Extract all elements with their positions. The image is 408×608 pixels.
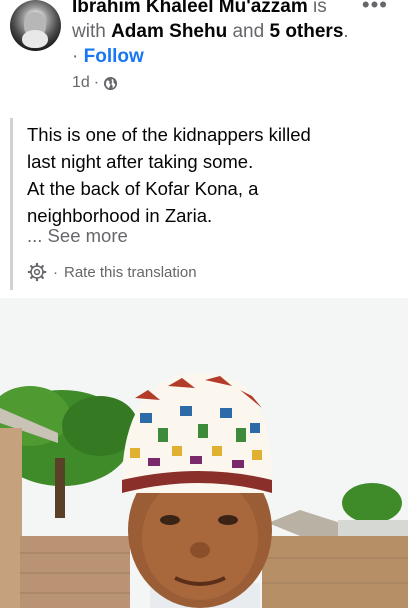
follow-button[interactable]: Follow <box>84 46 144 67</box>
tagged-name[interactable]: Adam Shehu <box>111 21 227 42</box>
avatar[interactable] <box>10 0 61 51</box>
post-photo[interactable] <box>0 298 408 608</box>
more-icon[interactable]: ••• <box>362 0 388 18</box>
post-text-line: last night after taking some. <box>27 151 254 172</box>
post-text-line: At the back of Kofar Kona, a <box>27 178 259 199</box>
see-more-link[interactable]: ... See more <box>27 225 128 247</box>
globe-icon <box>104 76 118 90</box>
rate-translation-label: Rate this translation <box>64 263 197 281</box>
others-link[interactable]: 5 others <box>269 21 343 42</box>
translate-dot: · <box>53 263 58 281</box>
and-text: and <box>232 21 265 42</box>
photo-scene <box>0 298 408 608</box>
gear-icon <box>27 262 47 282</box>
period: . <box>343 21 349 42</box>
post-headline: Ibrahim Khaleel Mu'azzam is with Adam Sh… <box>72 0 357 69</box>
author-name[interactable]: Ibrahim Khaleel Mu'azzam <box>72 0 308 17</box>
post-text-line: This is one of the kidnappers killed <box>27 124 311 145</box>
post-header: Ibrahim Khaleel Mu'azzam is with Adam Sh… <box>0 0 408 100</box>
meta-dot: · <box>93 74 100 91</box>
rate-translation[interactable]: · Rate this translation <box>27 262 197 282</box>
dot-separator: · <box>72 46 79 67</box>
post-meta: 1d · <box>72 74 118 92</box>
quote-bar <box>10 118 13 290</box>
avatar-beard <box>22 30 48 48</box>
post-time[interactable]: 1d <box>72 74 90 92</box>
post-text: This is one of the kidnappers killed las… <box>27 121 397 229</box>
